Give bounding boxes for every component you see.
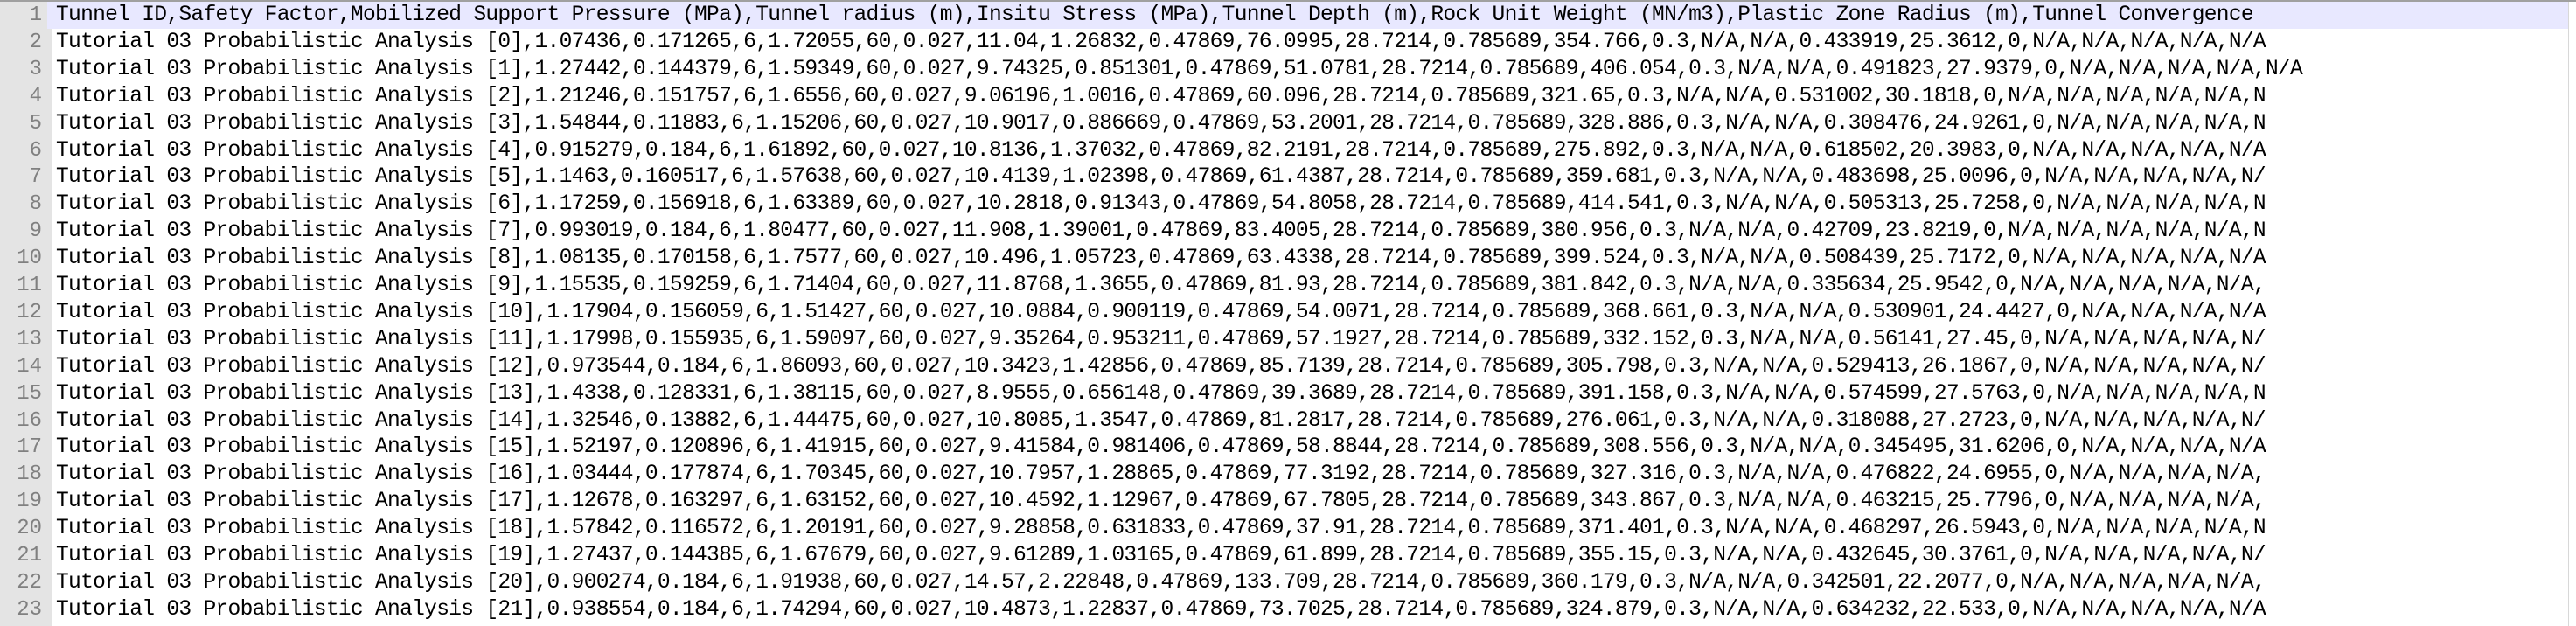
line-text[interactable]: Tutorial 03 Probabilistic Analysis [20],… (56, 569, 2569, 596)
editor-line[interactable]: 14 Tutorial 03 Probabilistic Analysis [12… (0, 352, 2569, 380)
editor-line[interactable]: 20 Tutorial 03 Probabilistic Analysis [18… (0, 515, 2569, 543)
line-number: 19 (0, 488, 47, 516)
line-text[interactable]: Tutorial 03 Probabilistic Analysis [13],… (56, 380, 2569, 407)
line-text[interactable]: Tutorial 03 Probabilistic Analysis [12],… (56, 353, 2569, 380)
editor-line[interactable]: 7 Tutorial 03 Probabilistic Analysis [5],… (0, 163, 2569, 191)
line-text[interactable]: Tutorial 03 Probabilistic Analysis [8],1… (56, 245, 2569, 272)
line-number: 12 (0, 298, 47, 326)
editor-line[interactable]: 21 Tutorial 03 Probabilistic Analysis [19… (0, 542, 2569, 569)
line-text[interactable]: Tutorial 03 Probabilistic Analysis [7],0… (56, 218, 2569, 245)
text-editor[interactable]: 1 Tunnel ID,Safety Factor,Mobilized Suppo… (0, 0, 2576, 626)
line-number: 13 (0, 325, 47, 353)
editor-line[interactable]: 8 Tutorial 03 Probabilistic Analysis [6],… (0, 191, 2569, 219)
line-number: 18 (0, 461, 47, 489)
line-text[interactable]: Tutorial 03 Probabilistic Analysis [17],… (56, 488, 2569, 515)
line-text[interactable]: Tutorial 03 Probabilistic Analysis [0],1… (56, 29, 2569, 56)
line-number: 4 (0, 82, 47, 110)
line-number: 11 (0, 272, 47, 299)
line-number: 17 (0, 434, 47, 462)
line-number: 15 (0, 379, 47, 407)
line-text[interactable]: Tutorial 03 Probabilistic Analysis [14],… (56, 407, 2569, 435)
line-number: 16 (0, 407, 47, 435)
editor-line[interactable]: 2 Tutorial 03 Probabilistic Analysis [0],… (0, 28, 2569, 56)
line-number: 2 (0, 28, 47, 56)
line-text[interactable]: Tutorial 03 Probabilistic Analysis [16],… (56, 461, 2569, 488)
line-text[interactable]: Tutorial 03 Probabilistic Analysis [3],1… (56, 110, 2569, 137)
line-number: 22 (0, 568, 47, 596)
editor-right-edge (2568, 2, 2576, 626)
editor-line[interactable]: 22 Tutorial 03 Probabilistic Analysis [20… (0, 568, 2569, 596)
editor-line[interactable]: 11 Tutorial 03 Probabilistic Analysis [9]… (0, 272, 2569, 299)
line-text[interactable]: Tutorial 03 Probabilistic Analysis [4],0… (56, 137, 2569, 164)
line-number: 9 (0, 218, 47, 246)
line-text[interactable]: Tutorial 03 Probabilistic Analysis [2],1… (56, 83, 2569, 110)
editor-line[interactable]: 10 Tutorial 03 Probabilistic Analysis [8]… (0, 245, 2569, 273)
editor-line[interactable]: 12 Tutorial 03 Probabilistic Analysis [10… (0, 298, 2569, 326)
editor-line[interactable]: 18 Tutorial 03 Probabilistic Analysis [16… (0, 461, 2569, 489)
line-text[interactable]: Tutorial 03 Probabilistic Analysis [21],… (56, 596, 2569, 623)
line-number: 3 (0, 55, 47, 83)
editor-line[interactable]: 15 Tutorial 03 Probabilistic Analysis [13… (0, 379, 2569, 407)
editor-line[interactable]: 4 Tutorial 03 Probabilistic Analysis [2],… (0, 82, 2569, 110)
editor-line[interactable]: 9 Tutorial 03 Probabilistic Analysis [7],… (0, 218, 2569, 246)
line-text[interactable]: Tutorial 03 Probabilistic Analysis [5],1… (56, 163, 2569, 191)
line-text[interactable]: Tutorial 03 Probabilistic Analysis [15],… (56, 434, 2569, 461)
line-number: 14 (0, 352, 47, 380)
line-text[interactable]: Tutorial 03 Probabilistic Analysis [6],1… (56, 191, 2569, 218)
line-number: 20 (0, 515, 47, 543)
line-text[interactable]: Tunnel ID,Safety Factor,Mobilized Suppor… (56, 2, 2569, 29)
editor-line[interactable]: 19 Tutorial 03 Probabilistic Analysis [17… (0, 488, 2569, 516)
editor-line[interactable]: 1 Tunnel ID,Safety Factor,Mobilized Suppo… (0, 2, 2569, 29)
line-text[interactable]: Tutorial 03 Probabilistic Analysis [1],1… (56, 56, 2569, 83)
line-number: 5 (0, 109, 47, 137)
line-text[interactable]: Tutorial 03 Probabilistic Analysis [9],1… (56, 272, 2569, 299)
editor-line[interactable]: 3 Tutorial 03 Probabilistic Analysis [1],… (0, 55, 2569, 83)
line-text[interactable]: Tutorial 03 Probabilistic Analysis [18],… (56, 515, 2569, 542)
editor-line[interactable]: 5 Tutorial 03 Probabilistic Analysis [3],… (0, 109, 2569, 137)
editor-line[interactable]: 23 Tutorial 03 Probabilistic Analysis [21… (0, 595, 2569, 623)
editor-line[interactable]: 6 Tutorial 03 Probabilistic Analysis [4],… (0, 136, 2569, 164)
line-text[interactable]: Tutorial 03 Probabilistic Analysis [11],… (56, 326, 2569, 353)
line-number: 1 (0, 2, 47, 29)
line-number: 23 (0, 595, 47, 623)
editor-line[interactable]: 16 Tutorial 03 Probabilistic Analysis [14… (0, 407, 2569, 435)
editor-line[interactable]: 13 Tutorial 03 Probabilistic Analysis [11… (0, 325, 2569, 353)
line-number: 8 (0, 191, 47, 219)
line-text[interactable]: Tutorial 03 Probabilistic Analysis [19],… (56, 542, 2569, 569)
line-number: 10 (0, 245, 47, 273)
line-number: 7 (0, 163, 47, 191)
line-number: 6 (0, 136, 47, 164)
editor-line[interactable]: 17 Tutorial 03 Probabilistic Analysis [15… (0, 434, 2569, 462)
line-number: 21 (0, 542, 47, 569)
line-text[interactable]: Tutorial 03 Probabilistic Analysis [10],… (56, 299, 2569, 326)
